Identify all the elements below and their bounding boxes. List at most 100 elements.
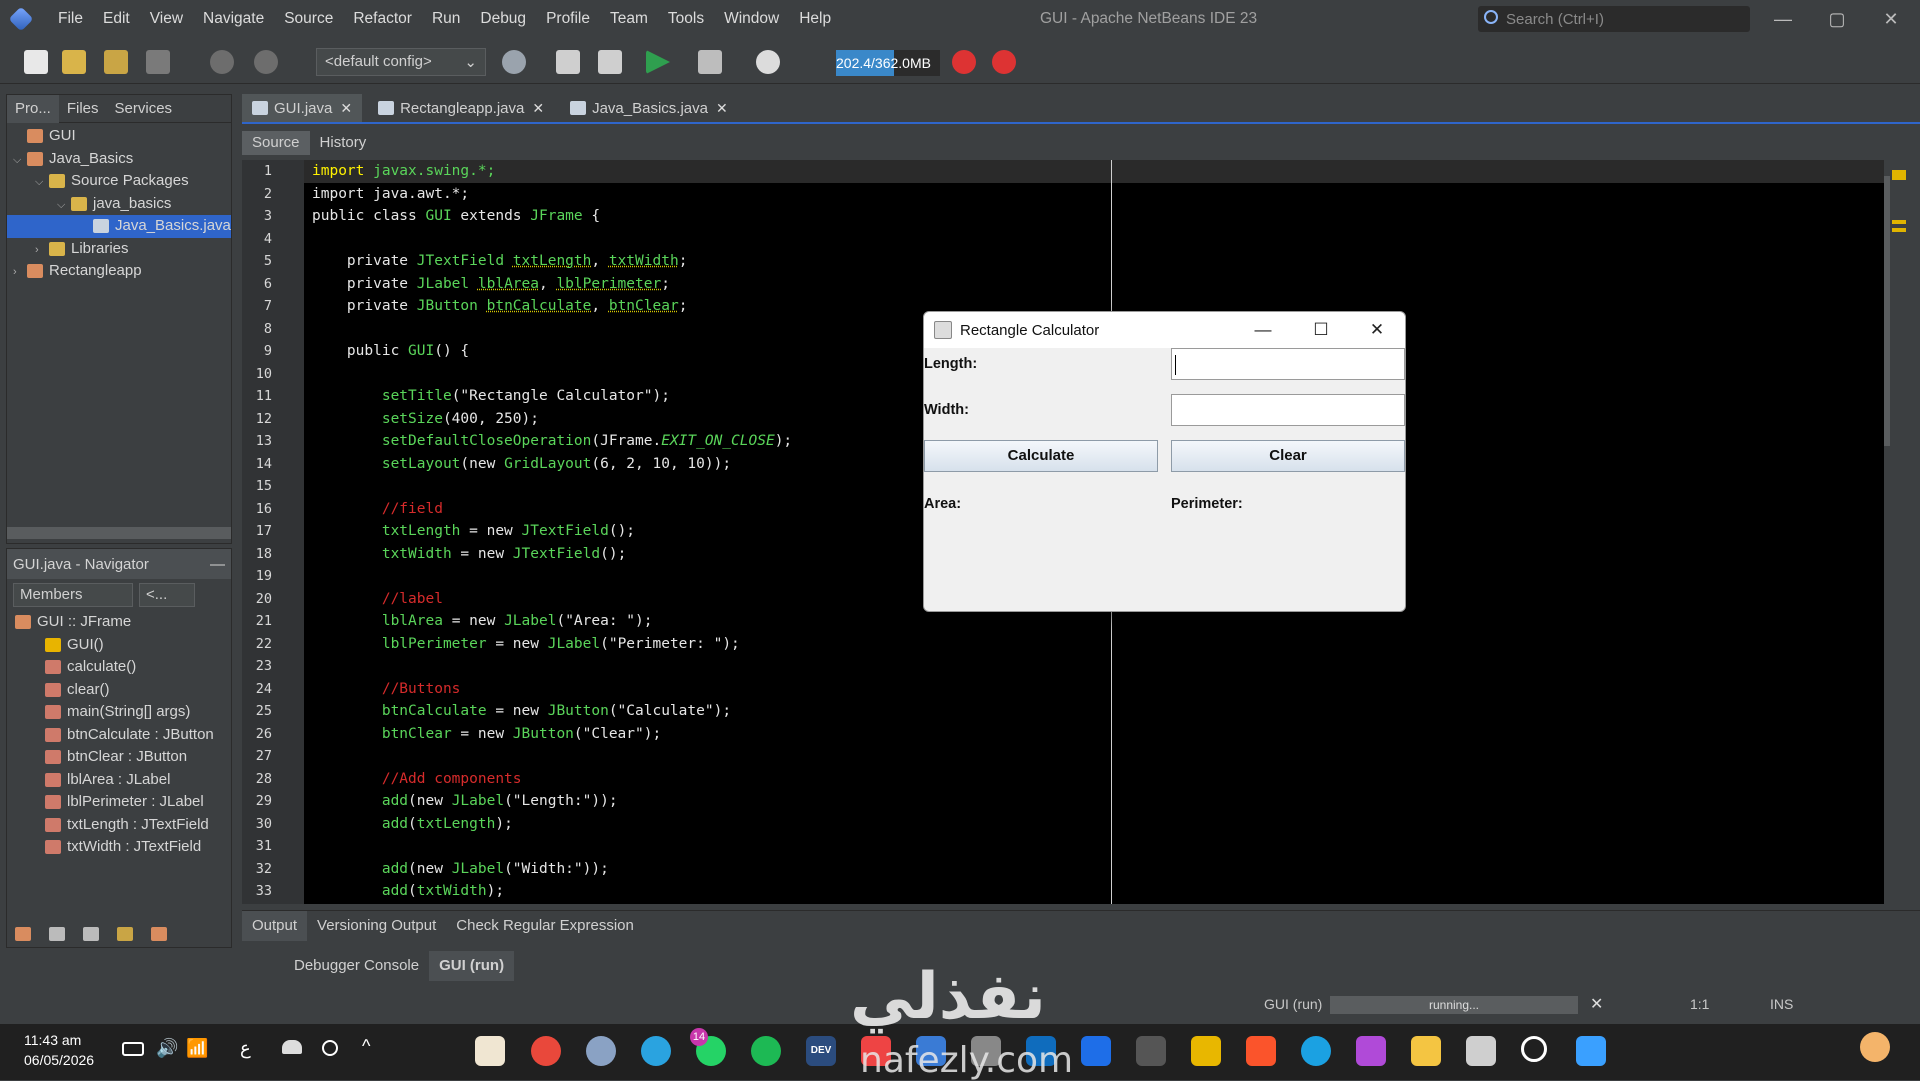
output-tab[interactable]: Output: [242, 911, 308, 941]
output-tab[interactable]: Versioning Output: [307, 911, 446, 941]
new-project-icon[interactable]: [62, 50, 86, 74]
task-view-icon[interactable]: [1466, 1036, 1496, 1066]
unity-icon[interactable]: [1136, 1036, 1166, 1066]
navigator-item[interactable]: lblPerimeter : JLabel: [7, 791, 231, 814]
tree-item[interactable]: GUI: [7, 125, 231, 148]
code-line[interactable]: //Buttons: [304, 678, 1884, 701]
globe-icon[interactable]: [502, 50, 526, 74]
debug-icon[interactable]: [698, 50, 722, 74]
code-line[interactable]: [304, 745, 1884, 768]
editor-tab[interactable]: GUI.java ✕: [242, 94, 363, 122]
vertical-scrollbar[interactable]: [1884, 176, 1890, 446]
code-line[interactable]: private JTextField txtLength, txtWidth;: [304, 250, 1884, 273]
output-subtab[interactable]: GUI (run): [429, 951, 515, 981]
menu-help[interactable]: Help: [789, 0, 841, 38]
chevron-up-icon[interactable]: ^: [362, 1036, 370, 1057]
code-line[interactable]: [304, 655, 1884, 678]
chevron-down-icon[interactable]: ⌵: [13, 149, 27, 172]
static-icon[interactable]: [83, 927, 99, 941]
lock-icon[interactable]: [117, 927, 133, 941]
navigator-item[interactable]: btnClear : JButton: [7, 746, 231, 769]
wifi-icon[interactable]: 📶: [186, 1038, 208, 1059]
warning-marker[interactable]: [1892, 170, 1906, 180]
warning-marker[interactable]: [1892, 220, 1906, 224]
spotify-icon[interactable]: [751, 1036, 781, 1066]
menu-tools[interactable]: Tools: [658, 0, 714, 38]
gc-icon[interactable]: [952, 50, 976, 74]
maximize-button[interactable]: ▢: [1814, 0, 1860, 38]
code-line[interactable]: private JLabel lblArea, lblPerimeter;: [304, 273, 1884, 296]
tree-item[interactable]: › Rectangleapp: [7, 260, 231, 283]
code-line[interactable]: import javax.swing.*;: [304, 160, 1884, 183]
menu-debug[interactable]: Debug: [470, 0, 536, 38]
horizontal-scrollbar[interactable]: [7, 527, 231, 539]
navigator-item[interactable]: btnCalculate : JButton: [7, 724, 231, 747]
navigator-item[interactable]: txtLength : JTextField: [7, 814, 231, 837]
undo-icon[interactable]: [210, 50, 234, 74]
menu-file[interactable]: File: [48, 0, 93, 38]
build-hammer-icon[interactable]: [556, 50, 580, 74]
edge-icon[interactable]: [1301, 1036, 1331, 1066]
language-indicator[interactable]: ع: [240, 1038, 251, 1059]
code-line[interactable]: public class GUI extends JFrame {: [304, 205, 1884, 228]
menu-profile[interactable]: Profile: [536, 0, 600, 38]
navigator-item[interactable]: lblArea : JLabel: [7, 769, 231, 792]
close-tab-icon[interactable]: ✕: [340, 100, 352, 117]
store-icon[interactable]: [1191, 1036, 1221, 1066]
battery-icon[interactable]: [122, 1042, 144, 1056]
tree-item[interactable]: › Libraries: [7, 238, 231, 261]
code-line[interactable]: btnClear = new JButton("Clear");: [304, 723, 1884, 746]
minimize-panel-icon[interactable]: —: [210, 556, 225, 573]
settings-icon[interactable]: [586, 1036, 616, 1066]
tree-item[interactable]: ⌵ Source Packages: [7, 170, 231, 193]
code-line[interactable]: [304, 228, 1884, 251]
save-all-icon[interactable]: [146, 50, 170, 74]
start-windows-icon[interactable]: [1576, 1036, 1606, 1066]
tree-item[interactable]: ⌵ java_basics: [7, 193, 231, 216]
netbeans-taskbar-icon[interactable]: [475, 1036, 505, 1066]
members-filter[interactable]: Members: [13, 583, 133, 607]
access-filter[interactable]: <...: [139, 583, 195, 607]
editor-tab[interactable]: Java_Basics.java ✕: [560, 94, 738, 122]
output-tab[interactable]: Check Regular Expression: [446, 911, 644, 941]
menu-window[interactable]: Window: [714, 0, 789, 38]
navigator-item[interactable]: main(String[] args): [7, 701, 231, 724]
menu-refactor[interactable]: Refactor: [343, 0, 422, 38]
chrome-icon[interactable]: [531, 1036, 561, 1066]
error-stripe[interactable]: [1884, 160, 1920, 904]
source-tab[interactable]: Source: [242, 131, 310, 155]
search-taskbar-icon[interactable]: [1521, 1036, 1547, 1062]
calculate-button[interactable]: Calculate: [924, 440, 1158, 472]
redo-icon[interactable]: [254, 50, 278, 74]
code-line[interactable]: btnCalculate = new JButton("Calculate");: [304, 700, 1884, 723]
new-file-icon[interactable]: [24, 50, 48, 74]
editor-tab[interactable]: Rectangleapp.java ✕: [368, 94, 554, 122]
code-line[interactable]: add(txtWidth);: [304, 880, 1884, 903]
close-window-button[interactable]: ✕: [1868, 0, 1914, 38]
gc2-icon[interactable]: [992, 50, 1016, 74]
chevron-right-icon[interactable]: ›: [35, 239, 49, 262]
menu-team[interactable]: Team: [600, 0, 658, 38]
length-input[interactable]: [1171, 348, 1405, 380]
azure-icon[interactable]: [1081, 1036, 1111, 1066]
search-input[interactable]: Search (Ctrl+I): [1478, 6, 1750, 32]
onedrive-icon[interactable]: [282, 1040, 302, 1054]
notification-avatar[interactable]: [1860, 1032, 1890, 1062]
chevron-down-icon[interactable]: ⌵: [35, 171, 49, 194]
menu-navigate[interactable]: Navigate: [193, 0, 274, 38]
code-line[interactable]: add(new JLabel("Length:"));: [304, 790, 1884, 813]
code-line[interactable]: [304, 835, 1884, 858]
panel-tab-0[interactable]: Pro...: [7, 94, 59, 123]
file-explorer-icon[interactable]: [1411, 1036, 1441, 1066]
open-project-icon[interactable]: [104, 50, 128, 74]
close-tab-icon[interactable]: ✕: [716, 100, 728, 117]
code-line[interactable]: lblArea = new JLabel("Area: ");: [304, 610, 1884, 633]
fields-icon[interactable]: [49, 927, 65, 941]
code-line[interactable]: add(txtLength);: [304, 813, 1884, 836]
navigator-item[interactable]: txtWidth : JTextField: [7, 836, 231, 859]
menu-source[interactable]: Source: [274, 0, 343, 38]
menu-view[interactable]: View: [140, 0, 193, 38]
minimize-button[interactable]: —: [1760, 0, 1806, 38]
filter-icon[interactable]: [15, 927, 31, 941]
chevron-down-icon[interactable]: ⌵: [57, 194, 71, 217]
